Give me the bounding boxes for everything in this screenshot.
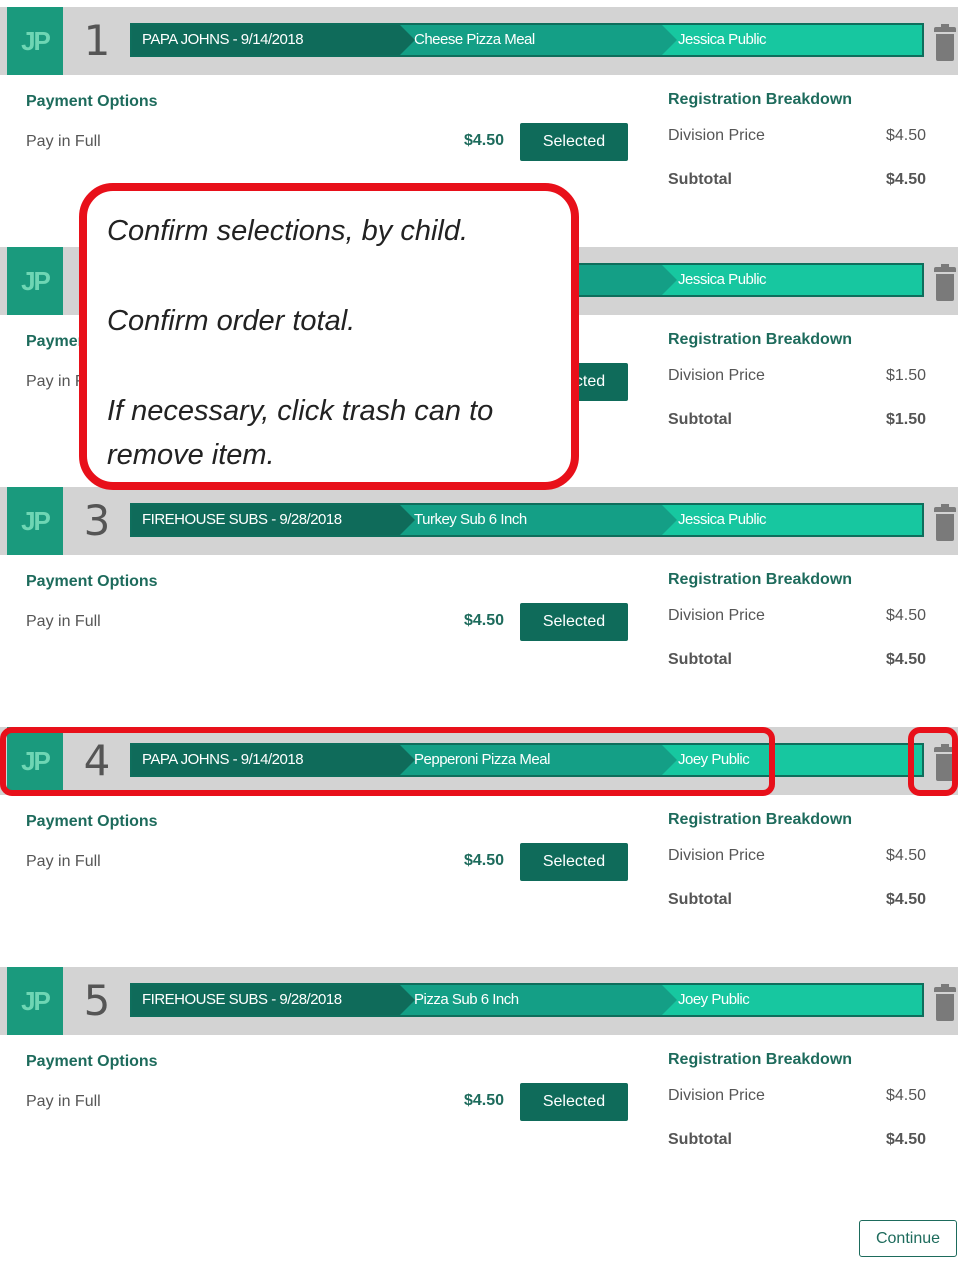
subtotal-value: $4.50 <box>886 651 927 668</box>
subtotal-label: Subtotal <box>668 171 732 188</box>
subtotal-value: $1.50 <box>886 411 927 428</box>
payment-options-title: Payment Options <box>26 1053 158 1070</box>
selected-button[interactable]: Selected <box>520 843 628 881</box>
trash-icon[interactable] <box>934 504 956 541</box>
division-price-value: $4.50 <box>886 1087 927 1104</box>
cart-item: JP 5 FIREHOUSE SUBS - 9/28/2018 Pizza Su… <box>0 967 958 1207</box>
payment-options-title: Payment Options <box>26 573 158 590</box>
subtotal-label: Subtotal <box>668 411 732 428</box>
item-summary-bar: FIREHOUSE SUBS - 9/28/2018 Turkey Sub 6 … <box>130 503 924 537</box>
division-price-label: Division Price <box>668 1087 765 1104</box>
division-price-label: Division Price <box>668 847 765 864</box>
vendor-date: PAPA JOHNS - 9/14/2018 <box>132 25 417 55</box>
subtotal-value: $4.50 <box>886 171 927 188</box>
item-number: 1 <box>83 16 111 65</box>
subtotal-label: Subtotal <box>668 1131 732 1148</box>
callout-line-selections: Confirm selections, by child. <box>107 215 469 247</box>
continue-button[interactable]: Continue <box>859 1220 957 1257</box>
item-summary-bar: FIREHOUSE SUBS - 9/28/2018 Pizza Sub 6 I… <box>130 983 924 1017</box>
registration-breakdown-title: Registration Breakdown <box>668 811 853 828</box>
subtotal-label: Subtotal <box>668 651 732 668</box>
division-price-label: Division Price <box>668 367 765 384</box>
child-name: Jessica Public <box>678 511 767 528</box>
registration-breakdown-title: Registration Breakdown <box>668 1051 853 1068</box>
payment-option-label: Pay in Full <box>26 613 101 630</box>
payment-option-price: $4.50 <box>464 132 505 149</box>
child-initials-logo: JP <box>7 967 63 1035</box>
child-initials-logo: JP <box>7 487 63 555</box>
payment-option-label: Pay in Full <box>26 133 101 150</box>
child-name: Jessica Public <box>678 31 767 48</box>
registration-breakdown-title: Registration Breakdown <box>668 571 853 588</box>
cart-item-header: JP 5 FIREHOUSE SUBS - 9/28/2018 Pizza Su… <box>0 967 958 1035</box>
registration-breakdown-title: Registration Breakdown <box>668 91 853 108</box>
subtotal-value: $4.50 <box>886 1131 927 1148</box>
trash-highlight-box <box>908 727 958 796</box>
subtotal-value: $4.50 <box>886 891 927 908</box>
callout-line-trash: If necessary, click trash can to remove … <box>107 395 494 471</box>
payment-option-price: $4.50 <box>464 612 505 629</box>
child-name: Joey Public <box>678 991 750 1008</box>
payment-option-label: Pay in Full <box>26 853 101 870</box>
division-price-label: Division Price <box>668 127 765 144</box>
selected-button[interactable]: Selected <box>520 123 628 161</box>
selected-button[interactable]: Selected <box>520 1083 628 1121</box>
division-price-value: $4.50 <box>886 127 927 144</box>
meal-name: Turkey Sub 6 Inch <box>400 505 677 535</box>
item-number: 3 <box>83 496 111 545</box>
meal-name: Cheese Pizza Meal <box>400 25 677 55</box>
division-price-value: $4.50 <box>886 847 927 864</box>
payment-options-title: Payment Options <box>26 93 158 110</box>
vendor-date: FIREHOUSE SUBS - 9/28/2018 <box>132 985 417 1015</box>
vendor-date: FIREHOUSE SUBS - 9/28/2018 <box>132 505 417 535</box>
instruction-callout: Confirm selections, by child. Confirm or… <box>79 183 579 490</box>
payment-options-title: Payment Options <box>26 813 158 830</box>
selected-button[interactable]: Selected <box>520 603 628 641</box>
item-summary-bar: PAPA JOHNS - 9/14/2018 Cheese Pizza Meal… <box>130 23 924 57</box>
child-name: Jessica Public <box>678 271 767 288</box>
subtotal-label: Subtotal <box>668 891 732 908</box>
payment-option-label: Pay in Full <box>26 1093 101 1110</box>
division-price-label: Division Price <box>668 607 765 624</box>
meal-name: Pizza Sub 6 Inch <box>400 985 677 1015</box>
child-initials-logo: JP <box>7 7 63 75</box>
item-highlight-box <box>0 727 775 796</box>
trash-icon[interactable] <box>934 984 956 1021</box>
payment-option-price: $4.50 <box>464 1092 505 1109</box>
cart-item: JP 3 FIREHOUSE SUBS - 9/28/2018 Turkey S… <box>0 487 958 727</box>
trash-icon[interactable] <box>934 24 956 61</box>
item-number: 5 <box>83 976 111 1025</box>
payment-option-price: $4.50 <box>464 852 505 869</box>
division-price-value: $4.50 <box>886 607 927 624</box>
registration-breakdown-title: Registration Breakdown <box>668 331 853 348</box>
division-price-value: $1.50 <box>886 367 927 384</box>
trash-icon[interactable] <box>934 264 956 301</box>
child-initials-logo: JP <box>7 247 63 315</box>
callout-line-total: Confirm order total. <box>107 305 356 337</box>
cart-item-header: JP 1 PAPA JOHNS - 9/14/2018 Cheese Pizza… <box>0 7 958 75</box>
cart-item-header: JP 3 FIREHOUSE SUBS - 9/28/2018 Turkey S… <box>0 487 958 555</box>
